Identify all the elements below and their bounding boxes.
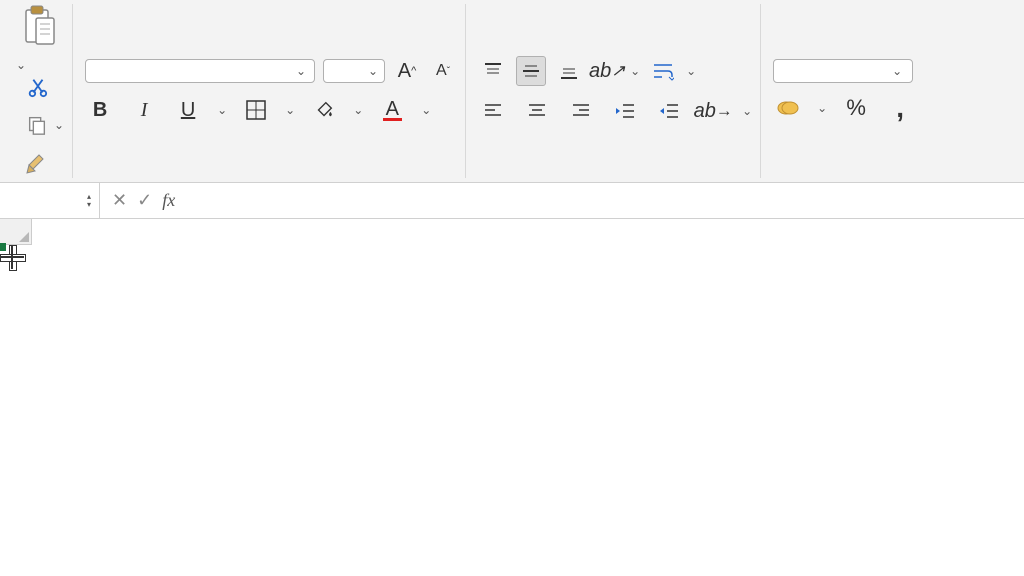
- orientation-button[interactable]: ab↗: [592, 56, 622, 86]
- font-size-select[interactable]: ⌄: [323, 59, 385, 83]
- cell-cursor-icon: [0, 245, 24, 269]
- align-right-button[interactable]: [566, 96, 596, 126]
- format-painter-button[interactable]: [22, 148, 52, 178]
- bold-button[interactable]: B: [85, 95, 115, 125]
- border-button[interactable]: [241, 95, 271, 125]
- formula-bar: ▴▾ ✕ ✓ fx: [0, 183, 1024, 219]
- font-color-button[interactable]: A: [377, 95, 407, 125]
- align-top-button[interactable]: [478, 56, 508, 86]
- chevron-down-icon: ⌄: [892, 64, 902, 78]
- wrap-text-button[interactable]: [648, 56, 678, 86]
- alignment-group: ab↗ ⌄ ⌄ ab→ ⌄: [470, 4, 761, 178]
- ribbon: ⌄ ⌄ ⌄ ⌄ A^ Aˇ B I U ⌄ ⌄ ⌄ A ⌄: [0, 0, 1024, 183]
- align-middle-button[interactable]: [516, 56, 546, 86]
- copy-button[interactable]: [22, 110, 52, 140]
- underline-button[interactable]: U: [173, 95, 203, 125]
- decrease-font-button[interactable]: Aˇ: [429, 57, 457, 85]
- chevron-down-icon[interactable]: ⌄: [686, 64, 696, 78]
- cut-button[interactable]: [22, 72, 52, 102]
- align-bottom-button[interactable]: [554, 56, 584, 86]
- chevron-down-icon[interactable]: ⌄: [285, 103, 295, 117]
- merge-button[interactable]: ab→: [698, 96, 728, 126]
- italic-button[interactable]: I: [129, 95, 159, 125]
- chevron-down-icon[interactable]: ⌄: [54, 118, 64, 132]
- paste-button[interactable]: [20, 4, 60, 48]
- name-box[interactable]: ▴▾: [0, 183, 100, 218]
- comma-button[interactable]: ,: [885, 93, 915, 123]
- fx-icon[interactable]: fx: [162, 190, 175, 211]
- number-group: ⌄ ⌄ % ,: [765, 4, 923, 178]
- formula-input[interactable]: [187, 197, 1024, 205]
- selection-indicator: [0, 245, 4, 249]
- align-center-button[interactable]: [522, 96, 552, 126]
- font-group: ⌄ ⌄ A^ Aˇ B I U ⌄ ⌄ ⌄ A ⌄: [77, 4, 466, 178]
- chevron-down-icon[interactable]: ⌄: [421, 103, 431, 117]
- align-left-button[interactable]: [478, 96, 508, 126]
- chevron-down-icon: ⌄: [296, 64, 306, 78]
- chevron-down-icon[interactable]: ⌄: [817, 101, 827, 115]
- increase-font-button[interactable]: A^: [393, 57, 421, 85]
- chevron-down-icon[interactable]: ⌄: [353, 103, 363, 117]
- fill-color-button[interactable]: [309, 95, 339, 125]
- spreadsheet-grid[interactable]: [0, 219, 1024, 245]
- chevron-down-icon[interactable]: ⌄: [742, 104, 752, 118]
- select-all-corner[interactable]: [0, 219, 32, 245]
- chevron-down-icon[interactable]: ⌄: [630, 64, 640, 78]
- chevron-down-icon: ⌄: [368, 64, 378, 78]
- increase-indent-button[interactable]: [654, 96, 684, 126]
- enter-formula-button[interactable]: ✓: [137, 190, 152, 211]
- cancel-formula-button[interactable]: ✕: [112, 190, 127, 211]
- percent-button[interactable]: %: [841, 93, 871, 123]
- decrease-indent-button[interactable]: [610, 96, 640, 126]
- number-format-select[interactable]: ⌄: [773, 59, 913, 83]
- chevron-down-icon[interactable]: ⌄: [16, 58, 26, 72]
- spinner-icon[interactable]: ▴▾: [87, 193, 91, 209]
- clipboard-group: ⌄ ⌄: [8, 4, 73, 178]
- font-name-select[interactable]: ⌄: [85, 59, 315, 83]
- chevron-down-icon[interactable]: ⌄: [217, 103, 227, 117]
- accounting-format-button[interactable]: [773, 93, 803, 123]
